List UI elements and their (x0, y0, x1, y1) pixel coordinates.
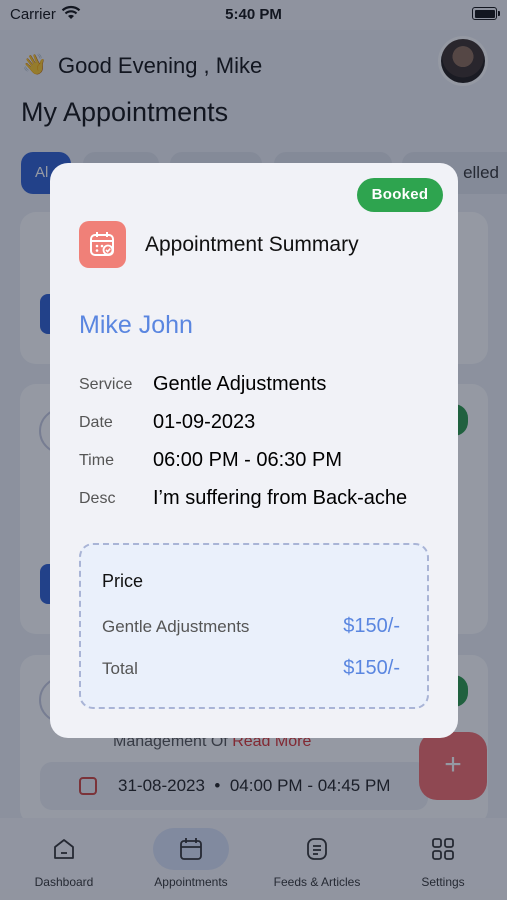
price-item-label: Gentle Adjustments (102, 617, 250, 636)
date-value: 01-09-2023 (153, 411, 256, 433)
desc-value: I’m suffering from Back-ache (153, 487, 408, 509)
patient-name: Mike John (79, 311, 193, 339)
time-label: Time (79, 452, 114, 469)
price-box: Price Gentle Adjustments $150/- Total $1… (79, 543, 429, 709)
date-label: Date (79, 414, 113, 431)
calendar-check-icon (79, 221, 126, 268)
price-item-amount: $150/- (343, 615, 400, 637)
modal-title: Appointment Summary (145, 233, 359, 256)
desc-label: Desc (79, 490, 116, 507)
time-value: 06:00 PM - 06:30 PM (153, 449, 342, 471)
price-item-row: Gentle Adjustments $150/- (102, 615, 400, 637)
status-badge: Booked (357, 178, 443, 212)
price-heading: Price (102, 571, 144, 591)
price-total-label: Total (102, 659, 138, 678)
service-label: Service (79, 376, 133, 393)
price-total-amount: $150/- (343, 657, 400, 679)
appointment-summary-modal: Booked Appointment Summary Mike John Ser… (50, 163, 458, 738)
service-value: Gentle Adjustments (153, 373, 327, 395)
price-total-row: Total $150/- (102, 657, 400, 679)
